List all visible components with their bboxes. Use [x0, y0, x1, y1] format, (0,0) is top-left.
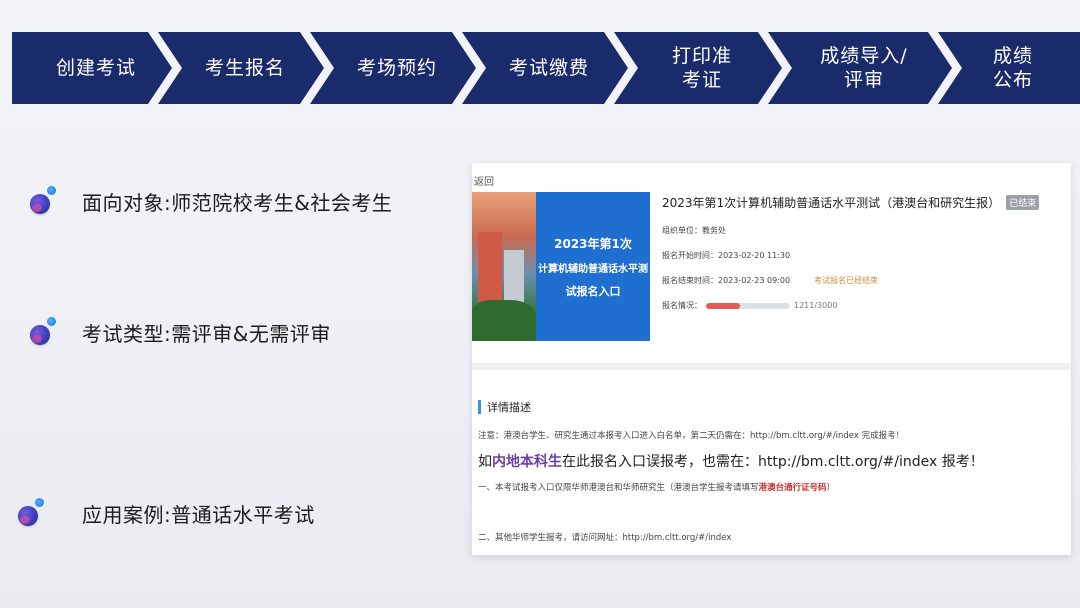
rule1-highlight: 港澳台通行证号码 [759, 483, 827, 493]
undergrad-warning: 如内地本科生在此报名入口误报考，也需在：http://bm.cltt.org/#… [478, 451, 1063, 471]
registration-progress-row: 报名情况： 1211/3000 [662, 300, 1062, 311]
registration-closed-status: 考试报名已经结束 [814, 275, 878, 286]
step-payment: 考试缴费 [462, 32, 628, 104]
exam-title-row: 2023年第1次计算机辅助普通话水平测试（港澳台和研究生报） 已结束 [662, 194, 1062, 211]
campus-photo [472, 192, 536, 341]
rule1-prefix: 一、本考试报考入口仅限华师港澳台和华师研究生（港澳台学生报考请填写 [478, 483, 759, 493]
progress-count: 1211/3000 [794, 301, 837, 310]
step-print-admission: 打印准 考证 [614, 32, 782, 104]
step-label: 成绩导入/ 评审 [812, 44, 907, 92]
step-label: 创建考试 [48, 56, 136, 80]
feature-text: 应用案例:普通话水平考试 [82, 499, 315, 528]
start-time-row: 报名开始时间：2023-02-20 11:30 [662, 250, 1062, 261]
heading-accent-bar [478, 400, 481, 414]
warning-highlight: 内地本科生 [492, 454, 562, 470]
exam-info: 2023年第1次计算机辅助普通话水平测试（港澳台和研究生报） 已结束 组织单位：… [662, 194, 1062, 311]
step-label: 打印准 考证 [664, 44, 732, 92]
step-label: 考试缴费 [501, 56, 589, 80]
step-venue-booking: 考场预约 [310, 32, 476, 104]
progress-label: 报名情况： [662, 300, 702, 311]
section-divider [472, 363, 1071, 370]
banner-line-1: 2023年第1次 [554, 235, 632, 252]
end-time: 报名结束时间：2023-02-23 09:00 [662, 275, 790, 286]
notice-text: 注意：港澳台学生、研究生通过本报考入口进入白名单，第二天仍需在：http://b… [478, 429, 1063, 441]
banner-line-2: 计算机辅助普通话水平测 [538, 260, 648, 275]
banner-line-3: 试报名入口 [566, 283, 621, 299]
process-flow: 创建考试 考生报名 考场预约 考试缴费 打印准 考证 成绩导入/ 评审 成绩 公… [12, 32, 1080, 104]
details-section: 详情描述 注意：港澳台学生、研究生通过本报考入口进入白名单，第二天仍需在：htt… [478, 399, 1063, 543]
rule-line-2: 二、其他华师学生报考，请访问网址：http://bm.cltt.org/#/in… [478, 531, 1063, 543]
registration-progress-bar [706, 303, 790, 309]
exam-title: 2023年第1次计算机辅助普通话水平测试（港澳台和研究生报） [662, 194, 1000, 211]
details-heading: 详情描述 [478, 399, 1063, 415]
step-publish-scores: 成绩 公布 [938, 32, 1080, 104]
rule1-suffix: ） [827, 483, 836, 493]
feature-use-case: 应用案例:普通话水平考试 [18, 498, 315, 528]
org-text: 组织单位：教务处 [662, 225, 726, 236]
rule-line-1: 一、本考试报考入口仅限华师港澳台和华师研究生（港澳台学生报考请填写港澳台通行证号… [478, 481, 1063, 493]
bullet-dots-icon [30, 317, 60, 347]
step-create-exam: 创建考试 [12, 32, 172, 104]
banner-text: 2023年第1次 计算机辅助普通话水平测 试报名入口 [536, 192, 650, 341]
status-badge: 已结束 [1006, 195, 1039, 210]
exam-registration-screenshot: 返回 2023年第1次 计算机辅助普通话水平测 试报名入口 2023年第1次计算… [472, 163, 1071, 555]
start-time: 报名开始时间：2023-02-20 11:30 [662, 250, 790, 261]
end-time-row: 报名结束时间：2023-02-23 09:00 考试报名已经结束 [662, 275, 1062, 286]
back-link[interactable]: 返回 [474, 173, 494, 188]
feature-text: 面向对象:师范院校考生&社会考生 [82, 187, 392, 216]
progress-fill [706, 303, 740, 309]
details-heading-text: 详情描述 [487, 399, 531, 415]
step-registration: 考生报名 [158, 32, 324, 104]
step-label: 成绩 公布 [985, 44, 1033, 92]
bullet-dots-icon [30, 186, 60, 216]
step-score-import-review: 成绩导入/ 评审 [768, 32, 952, 104]
feature-text: 考试类型:需评审&无需评审 [82, 318, 331, 347]
org-row: 组织单位：教务处 [662, 225, 1062, 236]
step-label: 考生报名 [197, 56, 285, 80]
exam-banner-image: 2023年第1次 计算机辅助普通话水平测 试报名入口 [472, 192, 650, 341]
step-label: 考场预约 [349, 56, 437, 80]
feature-exam-type: 考试类型:需评审&无需评审 [30, 317, 331, 347]
feature-target-audience: 面向对象:师范院校考生&社会考生 [30, 186, 392, 216]
warning-suffix: 在此报名入口误报考，也需在：http://bm.cltt.org/#/index… [562, 454, 984, 470]
warning-prefix: 如 [478, 454, 492, 470]
bullet-dots-icon [18, 498, 48, 528]
